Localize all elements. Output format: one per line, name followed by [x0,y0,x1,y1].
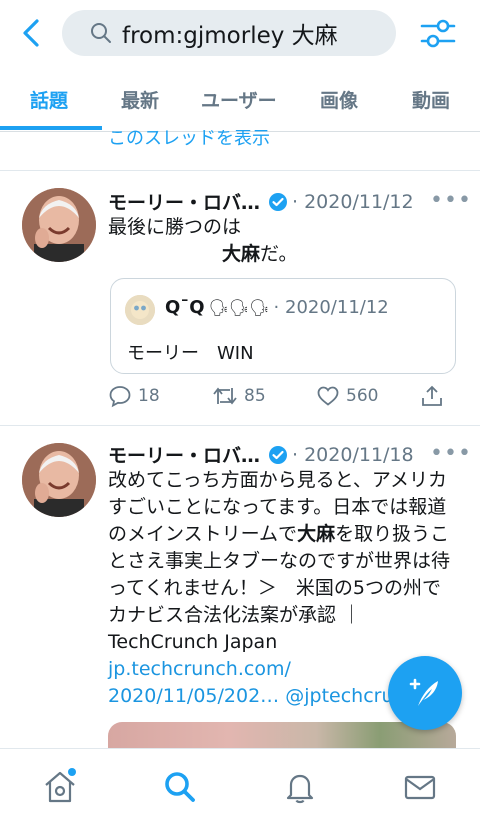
active-tab-indicator [0,126,102,130]
highlight-term: 大麻 [222,243,261,265]
like-button[interactable]: 560 [316,384,378,408]
verified-badge-icon [269,192,288,211]
nav-home[interactable] [40,767,80,807]
tweet-date[interactable]: · 2020/11/12 [292,191,414,213]
more-options-icon[interactable]: ••• [430,441,472,466]
search-icon [91,23,111,43]
tweet-link[interactable]: 2020/11/05/202… [108,685,279,707]
back-button[interactable] [14,14,48,52]
quoted-text: モーリー WIN [127,343,254,364]
envelope-icon [404,775,436,800]
search-query: from:gjmorley 大麻 [122,23,338,49]
reply-button[interactable]: 18 [108,384,160,408]
like-count: 560 [346,386,379,406]
tweet-text-tail: だ。 [260,243,298,265]
verified-badge-icon [269,445,288,464]
reply-icon [109,386,131,408]
quoted-avatar [125,295,155,325]
chevron-left-icon [23,19,39,47]
quoted-header: Q¯Q 🗣🗣🗣 · 2020/11/12 [165,297,389,318]
tweet-media-image[interactable] [108,722,456,750]
nav-notifications[interactable] [280,767,320,807]
tab-top[interactable]: 話題 [30,86,68,113]
quoted-tweet[interactable]: Q¯Q 🗣🗣🗣 · 2020/11/12 モーリー WIN [110,278,456,374]
tab-videos[interactable]: 動画 [412,86,450,113]
more-options-icon[interactable]: ••• [430,188,472,213]
sliders-icon [420,19,456,48]
avatar[interactable] [22,188,96,262]
tab-photos[interactable]: 画像 [320,86,358,113]
compose-tweet-button[interactable] [388,656,462,730]
mention-link[interactable]: @jptechcru [285,685,393,707]
search-filter-button[interactable] [418,14,458,54]
share-button[interactable] [420,384,444,408]
quoted-author-name: Q¯Q [165,297,205,318]
author-name[interactable]: モーリー・ロバ… [108,441,260,468]
heart-icon [317,386,339,406]
bottom-navigation [0,748,480,822]
tweet-text-indent [108,243,222,265]
compose-feather-icon [409,678,438,706]
quoted-date: · 2020/11/12 [273,297,389,318]
tab-people[interactable]: ユーザー [201,86,277,113]
tweet-header: モーリー・ロバ… · 2020/11/12 [108,188,414,215]
bell-icon [286,774,314,804]
tweet-header: モーリー・ロバ… · 2020/11/18 [108,441,414,468]
nav-search[interactable] [160,767,200,807]
share-icon [422,385,442,406]
retweet-button[interactable]: 85 [212,384,266,408]
home-icon [45,768,76,803]
avatar[interactable] [22,443,96,517]
tab-latest[interactable]: 最新 [121,86,159,113]
tweet-date[interactable]: · 2020/11/18 [292,444,414,466]
speaking-head-icon: 🗣🗣🗣 [208,298,270,317]
reply-count: 18 [138,386,160,406]
tweet[interactable]: モーリー・ロバ… · 2020/11/12 ••• 最後に勝つのは 大麻だ。 Q… [0,170,480,425]
highlight-term: 大麻 [297,523,336,545]
top-bar: from:gjmorley 大麻 [0,0,480,66]
search-input[interactable]: from:gjmorley 大麻 [62,10,396,56]
retweet-icon [213,387,237,405]
tweet-actions: 18 85 560 [108,384,458,414]
search-icon [165,772,195,802]
nav-messages[interactable] [400,767,440,807]
tweet-text: 最後に勝つのは 大麻だ。 [108,214,458,268]
author-name[interactable]: モーリー・ロバ… [108,188,260,215]
tweet-text-line: 最後に勝つのは [108,216,242,238]
search-tabs: 話題 最新 ユーザー 画像 動画 [0,74,480,132]
tweet-text-line: 大麻だ。 [108,241,458,268]
retweet-count: 85 [244,386,266,406]
